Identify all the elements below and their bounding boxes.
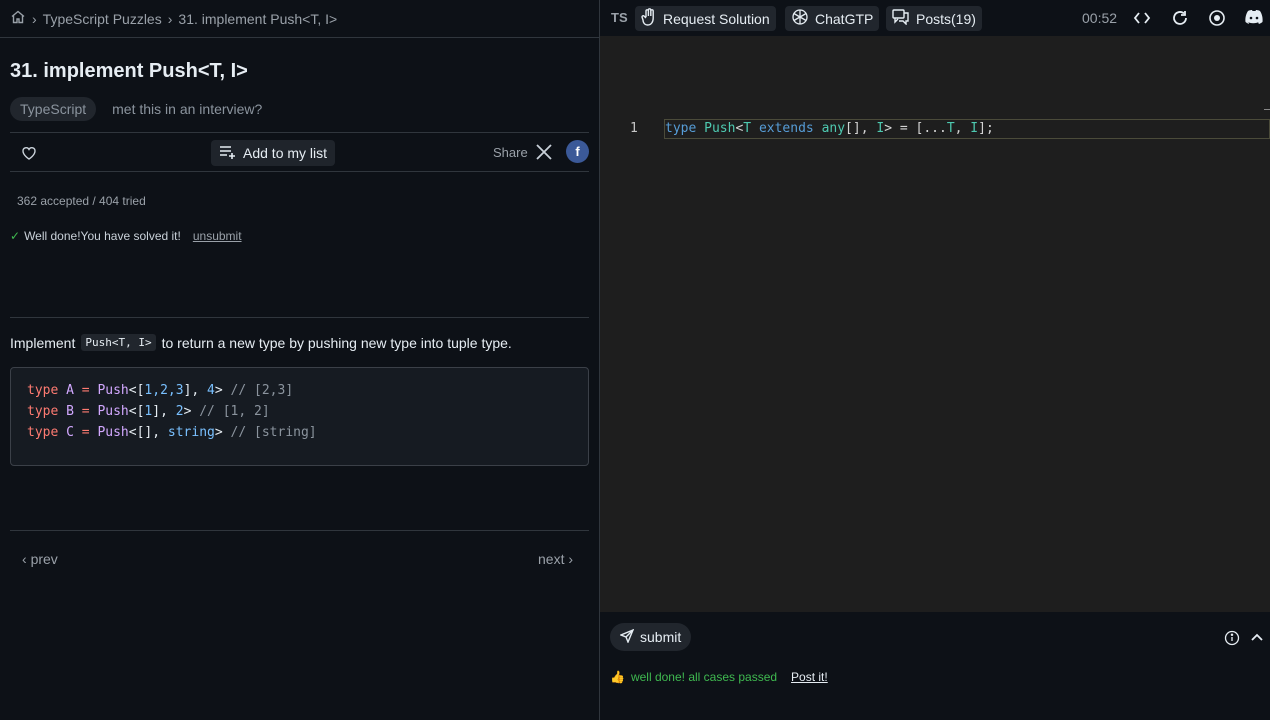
breadcrumb-section[interactable]: TypeScript Puzzles bbox=[43, 11, 162, 27]
hand-icon bbox=[641, 8, 657, 29]
interview-link[interactable]: met this in an interview? bbox=[112, 101, 262, 117]
breadcrumb-separator: › bbox=[32, 10, 37, 27]
add-to-list-label: Add to my list bbox=[243, 145, 328, 161]
openai-icon bbox=[791, 8, 809, 29]
breadcrumb-separator: › bbox=[167, 10, 173, 27]
info-icon[interactable] bbox=[1224, 630, 1240, 646]
breadcrumb-current: 31. implement Push<T, I> bbox=[178, 10, 338, 27]
request-solution-label: Request Solution bbox=[663, 10, 770, 27]
action-bar: Add to my list Share f bbox=[10, 132, 589, 172]
share-label: Share bbox=[493, 145, 528, 160]
timer: 00:52 bbox=[1082, 10, 1118, 26]
x-twitter-icon[interactable] bbox=[535, 143, 553, 161]
heart-icon[interactable] bbox=[20, 144, 38, 162]
next-link[interactable]: next › bbox=[538, 551, 573, 567]
submit-button[interactable]: submit bbox=[610, 623, 692, 651]
facebook-icon[interactable]: f bbox=[566, 140, 589, 163]
prev-link[interactable]: ‹ prev bbox=[22, 551, 58, 567]
problem-description: Implement Push<T, I> to return a new typ… bbox=[10, 334, 512, 351]
chatgpt-button[interactable]: ChatGTP bbox=[785, 6, 880, 31]
send-icon bbox=[619, 628, 635, 646]
app-root: › TypeScript Puzzles › 31. implement Pus… bbox=[0, 0, 1270, 720]
language-label: TS bbox=[611, 10, 628, 25]
home-icon[interactable] bbox=[10, 9, 26, 28]
posts-label: Posts(19) bbox=[916, 10, 976, 27]
playlist-add-icon bbox=[219, 145, 237, 162]
comments-icon bbox=[892, 9, 910, 28]
solved-text: Well done!You have solved it! bbox=[24, 229, 181, 243]
reset-icon[interactable] bbox=[1171, 9, 1189, 27]
record-icon[interactable] bbox=[1208, 9, 1226, 27]
editor-panel: TS Request Solution ChatGTP Posts(19) 00… bbox=[600, 0, 1270, 720]
code-brackets-icon[interactable] bbox=[1133, 9, 1151, 27]
chevron-up-icon[interactable] bbox=[1250, 630, 1264, 644]
code-line: type A = Push<[1,2,3], 4> // [2,3] bbox=[27, 383, 294, 398]
divider bbox=[10, 317, 589, 318]
thumbs-up-icon: 👍 bbox=[610, 670, 625, 684]
inline-code: Push<T, I> bbox=[81, 334, 156, 351]
discord-icon[interactable] bbox=[1244, 9, 1264, 27]
code-editor[interactable]: 1 type Push<T extends any[], I> = [...T,… bbox=[600, 36, 1270, 612]
description-before: Implement bbox=[10, 334, 76, 351]
breadcrumb: › TypeScript Puzzles › 31. implement Pus… bbox=[0, 0, 599, 38]
add-to-list-button[interactable]: Add to my list bbox=[211, 140, 336, 166]
tag-row: TypeScript met this in an interview? bbox=[10, 97, 262, 121]
solved-status: ✓ Well done!You have solved it! unsubmit bbox=[10, 229, 242, 243]
request-solution-button[interactable]: Request Solution bbox=[635, 6, 776, 31]
chevron-left-icon: ‹ bbox=[22, 551, 27, 567]
submit-label: submit bbox=[640, 629, 682, 645]
chevron-right-icon: › bbox=[568, 551, 574, 567]
result-message: 👍 well done! all cases passed Post it! bbox=[610, 670, 828, 684]
editor-toolbar: TS Request Solution ChatGTP Posts(19) 00… bbox=[600, 0, 1270, 36]
example-code-block: type A = Push<[1,2,3], 4> // [2,3] type … bbox=[10, 367, 589, 466]
description-after: to return a new type by pushing new type… bbox=[161, 334, 512, 351]
editor-code-line[interactable]: type Push<T extends any[], I> = [...T, I… bbox=[664, 119, 1270, 139]
check-icon: ✓ bbox=[10, 229, 21, 243]
tag-typescript[interactable]: TypeScript bbox=[10, 97, 97, 121]
line-number: 1 bbox=[630, 121, 638, 136]
problem-panel: › TypeScript Puzzles › 31. implement Pus… bbox=[0, 0, 599, 720]
divider bbox=[10, 530, 589, 531]
unsubmit-link[interactable]: unsubmit bbox=[193, 229, 242, 243]
submit-panel: submit 👍 well done! all cases passed Pos… bbox=[600, 612, 1270, 720]
chatgpt-label: ChatGTP bbox=[815, 10, 874, 27]
post-it-link[interactable]: Post it! bbox=[791, 670, 828, 684]
scroll-indicator bbox=[1264, 109, 1270, 110]
code-line: type C = Push<[], string> // [string] bbox=[27, 425, 317, 440]
page-title: 31. implement Push<T, I> bbox=[10, 60, 248, 82]
code-line: type B = Push<[1], 2> // [1, 2] bbox=[27, 404, 270, 419]
acceptance-stats: 362 accepted / 404 tried bbox=[17, 194, 146, 208]
result-text: well done! all cases passed bbox=[630, 670, 778, 684]
posts-button[interactable]: Posts(19) bbox=[886, 6, 982, 31]
